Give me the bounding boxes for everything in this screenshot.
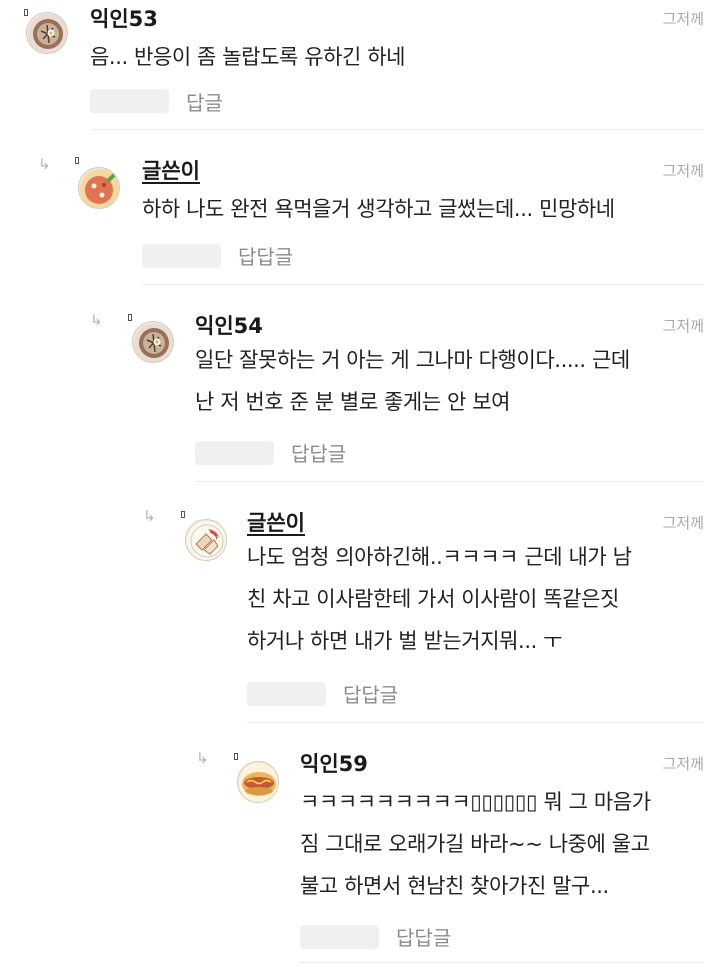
divider: [247, 722, 704, 723]
comment-text: 나도 엄청 의아하긴해..ㅋㅋㅋㅋ 근데 내가 남 친 차고 이사람한테 가서 …: [247, 545, 632, 653]
comment: 글쓴이 그저께 하하 나도 완전 욕먹을거 생각하고 글썼는데... 민망하네 …: [142, 155, 704, 283]
avatar[interactable]: [185, 519, 227, 561]
like-button[interactable]: [142, 244, 221, 268]
nickname[interactable]: 글쓴이: [142, 155, 200, 185]
avatar[interactable]: [26, 12, 68, 54]
comment: 익인59 그저께 ㅋㅋㅋㅋㅋㅋㅋㅋㅋ▯▯▯▯▯▯ 뭐 그 마음가 짐 그대로 오…: [300, 748, 704, 963]
comment: 익인54 그저께 일단 잘못하는 거 아는 게 그나마 다행이다..... 근데…: [195, 310, 704, 480]
bibimbap-avatar-icon: [28, 14, 67, 53]
indicator-mark: [234, 753, 238, 760]
comment: 익인53 그저께 음... 반응이 좀 놀랍도록 유하긴 하네 답글: [90, 3, 704, 131]
reply-button[interactable]: 답글: [186, 87, 223, 116]
timestamp: 그저께: [662, 10, 704, 28]
divider: [195, 481, 704, 482]
reply-arrow-icon: ↳: [143, 507, 156, 525]
reply-button[interactable]: 답답글: [343, 679, 398, 708]
indicator-mark: [24, 9, 28, 16]
avatar[interactable]: [78, 167, 120, 209]
comment-text: 일단 잘못하는 거 아는 게 그나마 다행이다..... 근데 난 저 번호 준…: [195, 348, 630, 414]
nickname[interactable]: 익인54: [195, 310, 263, 340]
like-button[interactable]: [90, 89, 169, 113]
hotdog-avatar-icon: [239, 763, 278, 802]
timestamp: 그저께: [662, 317, 704, 335]
nickname[interactable]: 글쓴이: [247, 507, 305, 537]
reply-arrow-icon: ↳: [196, 749, 209, 767]
indicator-mark: [128, 314, 132, 321]
pizza-bowl-avatar-icon: [80, 168, 119, 208]
comment-text: 하하 나도 완전 욕먹을거 생각하고 글썼는데... 민망하네: [142, 197, 615, 221]
like-button[interactable]: [195, 441, 274, 465]
avatar[interactable]: [237, 761, 279, 803]
indicator-mark: [75, 157, 79, 164]
timestamp: 그저께: [662, 755, 704, 773]
avatar[interactable]: [132, 321, 174, 363]
indicator-mark: [181, 511, 185, 518]
reply-button[interactable]: 답답글: [291, 438, 346, 467]
divider: [90, 129, 704, 130]
reply-button[interactable]: 답답글: [238, 241, 293, 270]
bibimbap-avatar-icon: [134, 323, 173, 362]
comment: 글쓴이 그저께 나도 엄청 의아하긴해..ㅋㅋㅋㅋ 근데 내가 남 친 차고 이…: [247, 507, 704, 721]
like-button[interactable]: [247, 682, 326, 706]
comment-text: ㅋㅋㅋㅋㅋㅋㅋㅋㅋ▯▯▯▯▯▯ 뭐 그 마음가 짐 그대로 오래가길 바라~~ …: [300, 790, 651, 898]
divider: [300, 962, 704, 963]
timestamp: 그저께: [662, 514, 704, 532]
reply-arrow-icon: ↳: [38, 155, 51, 173]
comment-text: 음... 반응이 좀 놀랍도록 유하긴 하네: [90, 45, 406, 69]
divider: [142, 284, 704, 285]
reply-button[interactable]: 답답글: [396, 922, 451, 951]
nickname[interactable]: 익인53: [90, 3, 158, 33]
sashimi-plate-avatar-icon: [187, 521, 226, 560]
reply-arrow-icon: ↳: [90, 311, 103, 329]
nickname[interactable]: 익인59: [300, 748, 368, 778]
like-button[interactable]: [300, 925, 379, 949]
timestamp: 그저께: [662, 162, 704, 180]
